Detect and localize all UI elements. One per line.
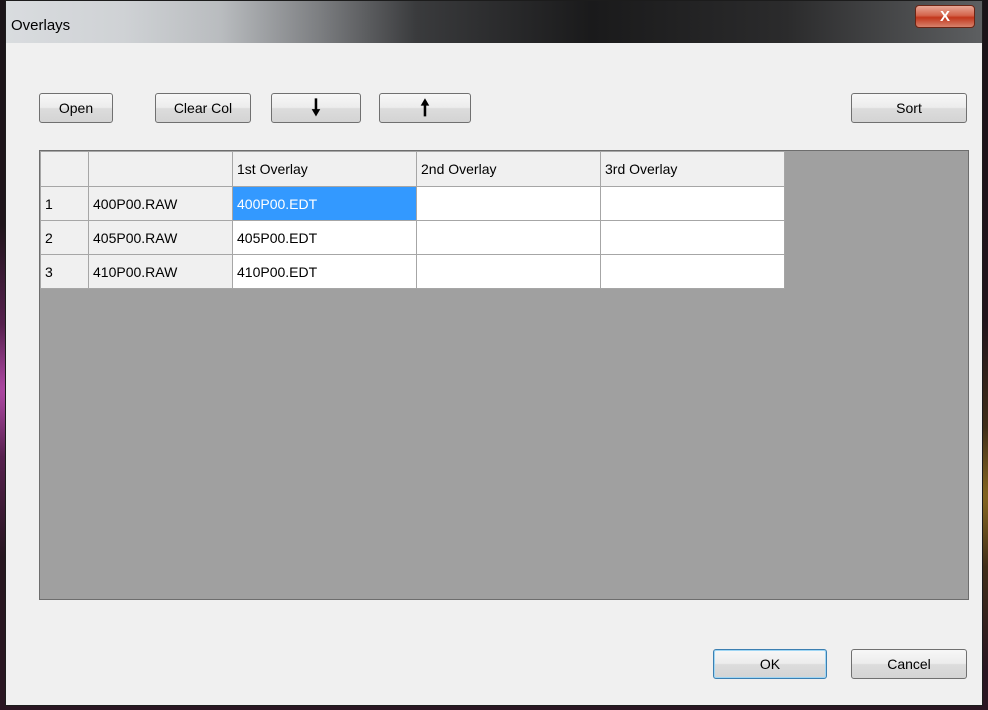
open-button[interactable]: Open xyxy=(39,93,113,123)
move-up-button[interactable]: 🠕 xyxy=(379,93,471,123)
title-bar[interactable]: Overlays X xyxy=(6,1,982,43)
column-header-1st-overlay[interactable]: 1st Overlay xyxy=(232,151,417,187)
close-button[interactable]: X xyxy=(915,5,975,28)
table-row: 1 400P00.RAW 400P00.EDT xyxy=(40,186,785,221)
overlays-dialog: Overlays X Open Clear Col 🠗 🠕 Sort 1st O… xyxy=(5,0,983,706)
column-header-raw[interactable] xyxy=(88,151,233,187)
cancel-button[interactable]: Cancel xyxy=(851,649,967,679)
corner-header[interactable] xyxy=(40,151,89,187)
table-row: 3 410P00.RAW 410P00.EDT xyxy=(40,254,785,289)
open-button-label: Open xyxy=(58,100,94,116)
row-number[interactable]: 3 xyxy=(40,254,89,289)
sort-button[interactable]: Sort xyxy=(851,93,967,123)
ok-button[interactable]: OK xyxy=(713,649,827,679)
overlay-cell[interactable] xyxy=(416,254,601,289)
clear-col-button-label: Clear Col xyxy=(173,100,233,116)
window-title: Overlays xyxy=(11,17,71,34)
overlay-table: 1st Overlay 2nd Overlay 3rd Overlay 1 40… xyxy=(40,151,785,289)
raw-file-cell[interactable]: 400P00.RAW xyxy=(88,186,233,221)
column-header-2nd-overlay[interactable]: 2nd Overlay xyxy=(416,151,601,187)
overlay-cell[interactable]: 410P00.EDT xyxy=(232,254,417,289)
overlay-cell[interactable] xyxy=(600,254,785,289)
row-number[interactable]: 1 xyxy=(40,186,89,221)
overlay-cell[interactable] xyxy=(600,220,785,255)
clear-col-button[interactable]: Clear Col xyxy=(155,93,251,123)
overlay-grid[interactable]: 1st Overlay 2nd Overlay 3rd Overlay 1 40… xyxy=(39,150,969,600)
column-header-3rd-overlay[interactable]: 3rd Overlay xyxy=(600,151,785,187)
move-down-button[interactable]: 🠗 xyxy=(271,93,361,123)
sort-button-label: Sort xyxy=(896,100,922,116)
arrow-up-icon: 🠕 xyxy=(420,95,430,120)
ok-button-label: OK xyxy=(759,656,781,672)
overlay-cell[interactable] xyxy=(416,186,601,221)
header-row: 1st Overlay 2nd Overlay 3rd Overlay xyxy=(40,151,785,187)
overlay-cell-selected[interactable]: 400P00.EDT xyxy=(232,186,417,221)
table-row: 2 405P00.RAW 405P00.EDT xyxy=(40,220,785,255)
dialog-client-area: Open Clear Col 🠗 🠕 Sort 1st Overlay 2nd … xyxy=(7,43,981,703)
close-icon: X xyxy=(939,8,950,25)
overlay-cell[interactable] xyxy=(600,186,785,221)
overlay-cell[interactable] xyxy=(416,220,601,255)
row-number[interactable]: 2 xyxy=(40,220,89,255)
raw-file-cell[interactable]: 405P00.RAW xyxy=(88,220,233,255)
arrow-down-icon: 🠗 xyxy=(311,95,321,120)
raw-file-cell[interactable]: 410P00.RAW xyxy=(88,254,233,289)
overlay-cell[interactable]: 405P00.EDT xyxy=(232,220,417,255)
cancel-button-label: Cancel xyxy=(887,656,931,672)
